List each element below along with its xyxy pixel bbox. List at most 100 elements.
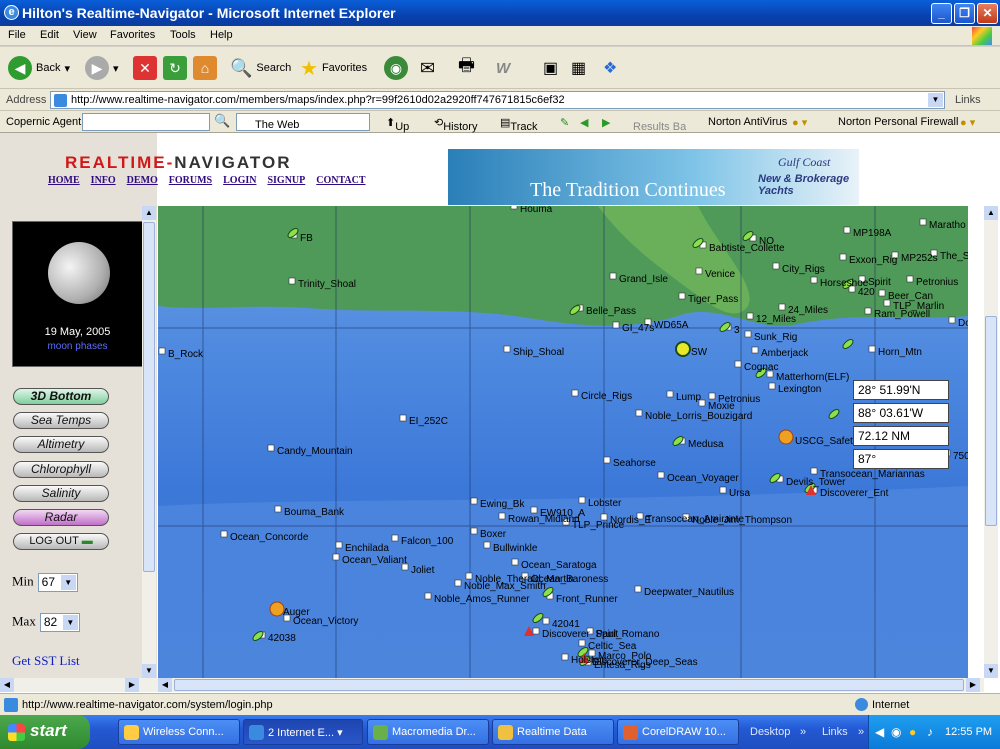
map-label[interactable]: Ocean_Voyager <box>667 473 739 484</box>
rig-marker[interactable] <box>578 639 586 647</box>
task-macromedia[interactable]: Macromedia Dr... <box>367 719 489 745</box>
map-label[interactable]: Discoverer_Ent <box>820 488 889 499</box>
map-label[interactable]: Belle_Pass <box>586 306 636 317</box>
map-scroll-right-icon[interactable]: ▶ <box>966 678 980 692</box>
nav-demo[interactable]: DEMO <box>127 175 158 186</box>
map-label[interactable]: The_Step <box>940 251 968 262</box>
rig-marker[interactable] <box>778 303 786 311</box>
task-internet-explorer[interactable]: 2 Internet E... ▾ <box>243 719 363 745</box>
rig-marker[interactable] <box>612 321 620 329</box>
rig-marker[interactable] <box>158 347 166 355</box>
toolbar-expand-icon[interactable]: » <box>800 726 806 738</box>
rig-marker[interactable] <box>719 486 727 494</box>
nav-login[interactable]: LOGIN <box>223 175 256 186</box>
rig-marker[interactable] <box>511 558 519 566</box>
messenger-icon[interactable]: ▦ <box>571 53 586 83</box>
rig-marker[interactable] <box>657 471 665 479</box>
back-button[interactable]: ◀ Back ▾ <box>8 53 70 83</box>
scroll-up-icon[interactable]: ▲ <box>142 206 156 220</box>
rig-marker[interactable] <box>465 572 473 580</box>
rig-marker[interactable] <box>708 392 716 400</box>
menu-help[interactable]: Help <box>210 29 233 41</box>
rig-marker[interactable] <box>503 345 511 353</box>
left-frame-scrollbar[interactable]: ▲ ▼ <box>142 206 156 678</box>
map-label[interactable]: Bullwinkle <box>493 543 538 554</box>
map-label[interactable]: MP252s <box>901 253 938 264</box>
weather-station-icon[interactable] <box>269 601 285 617</box>
rig-marker[interactable] <box>561 653 569 661</box>
map-label[interactable]: 42038 <box>268 633 296 644</box>
nav-signup[interactable]: SIGNUP <box>267 175 305 186</box>
map-label[interactable]: Lump <box>676 392 701 403</box>
map-scroll-down-icon[interactable]: ▼ <box>984 664 998 678</box>
norton-fw-icon[interactable]: ● ▾ <box>960 116 975 129</box>
rig-marker[interactable] <box>734 360 742 368</box>
rig-marker[interactable] <box>810 467 818 475</box>
map-label[interactable]: Joliet <box>411 565 435 576</box>
rig-marker[interactable] <box>274 505 282 513</box>
menu-favorites[interactable]: Favorites <box>110 29 155 41</box>
close-button[interactable]: ✕ <box>977 3 998 24</box>
map-label[interactable]: Venice <box>705 269 735 280</box>
home-icon[interactable]: ⌂ <box>193 56 217 80</box>
rig-marker[interactable] <box>878 289 886 297</box>
links-label[interactable]: Links <box>955 94 981 106</box>
map-label[interactable]: Noble_Jim_Thompson <box>692 515 792 526</box>
rig-marker[interactable] <box>510 206 518 210</box>
links-expand-icon[interactable]: » <box>858 726 864 738</box>
map-label[interactable]: Matterhorn(ELF) <box>776 372 849 383</box>
rig-marker[interactable] <box>220 530 228 538</box>
site-logo[interactable]: REALTIME-NAVIGATOR <box>65 153 291 173</box>
map-label[interactable]: B_Rock <box>168 349 204 360</box>
layer-salinity-button[interactable]: Salinity <box>13 485 109 502</box>
map-label[interactable]: Paul_Romano <box>596 629 660 640</box>
map-label[interactable]: Deepwater_Nautilus <box>644 587 734 598</box>
map-label[interactable]: SW <box>691 347 708 358</box>
task-realtime-data[interactable]: Realtime Data <box>492 719 614 745</box>
nautical-map[interactable]: Houma FB Trinity_Shoal B_Rock Ship_Shoal Gran… <box>158 206 968 678</box>
rig-marker[interactable] <box>768 382 776 390</box>
scroll-left-icon[interactable]: ◀ <box>0 678 14 692</box>
map-label[interactable]: Ocean_Baroness <box>531 574 608 585</box>
rig-marker[interactable] <box>288 277 296 285</box>
menu-tools[interactable]: Tools <box>170 29 196 41</box>
map-label[interactable]: 12_Miles <box>756 314 796 325</box>
map-label[interactable]: Ewing_Bk <box>480 499 525 510</box>
rig-marker[interactable] <box>864 307 872 315</box>
history-button[interactable]: ⟲ History <box>434 116 477 133</box>
next-icon[interactable]: ▶ <box>602 116 610 129</box>
map-label[interactable]: Seahorse <box>613 458 656 469</box>
max-temp-select[interactable]: 82 ▼ <box>39 613 80 632</box>
tray-expand-icon[interactable]: ◀ <box>875 725 884 739</box>
map-label[interactable]: Medusa <box>688 439 724 450</box>
rig-marker[interactable] <box>267 444 275 452</box>
rig-marker[interactable] <box>810 276 818 284</box>
rig-marker[interactable] <box>843 226 851 234</box>
address-input[interactable]: http://www.realtime-navigator.com/member… <box>50 91 945 109</box>
buoy-icon[interactable] <box>841 338 854 350</box>
left-frame-scroll-right-icon[interactable]: ▶ <box>125 678 139 692</box>
map-label[interactable]: GI_47s <box>622 323 654 334</box>
map-label[interactable]: 420 <box>858 287 875 298</box>
address-dropdown-icon[interactable]: ▼ <box>928 93 943 107</box>
links-toolbar[interactable]: Links <box>822 726 848 738</box>
map-label[interactable]: City_Rigs <box>782 264 825 275</box>
map-label[interactable]: 750 <box>953 451 968 462</box>
layer-chlorophyll-button[interactable]: Chlorophyll <box>13 461 109 478</box>
map-scroll-up-icon[interactable]: ▲ <box>984 206 998 220</box>
map-label[interactable]: Ship_Shoal <box>513 347 564 358</box>
up-button[interactable]: ⬆ Up <box>386 116 409 133</box>
tray-network-icon[interactable]: ◉ <box>891 725 901 739</box>
map-label[interactable]: Ocean_Victory <box>293 616 358 627</box>
rig-marker[interactable] <box>695 267 703 275</box>
layer-3d-bottom-button[interactable]: 3D Bottom <box>13 388 109 405</box>
map-label[interactable]: Houma <box>520 206 553 215</box>
rig-marker[interactable] <box>609 272 617 280</box>
map-label[interactable]: Ocean_Saratoga <box>521 560 597 571</box>
buoy-icon[interactable] <box>671 435 684 447</box>
weather-station-icon[interactable] <box>778 429 794 445</box>
rig-marker[interactable] <box>578 496 586 504</box>
map-label[interactable]: Exxon_Rig <box>849 255 897 266</box>
map-label[interactable]: EI_252C <box>409 416 448 427</box>
map-canvas[interactable]: Houma FB Trinity_Shoal B_Rock Ship_Shoal Gran… <box>158 206 968 678</box>
